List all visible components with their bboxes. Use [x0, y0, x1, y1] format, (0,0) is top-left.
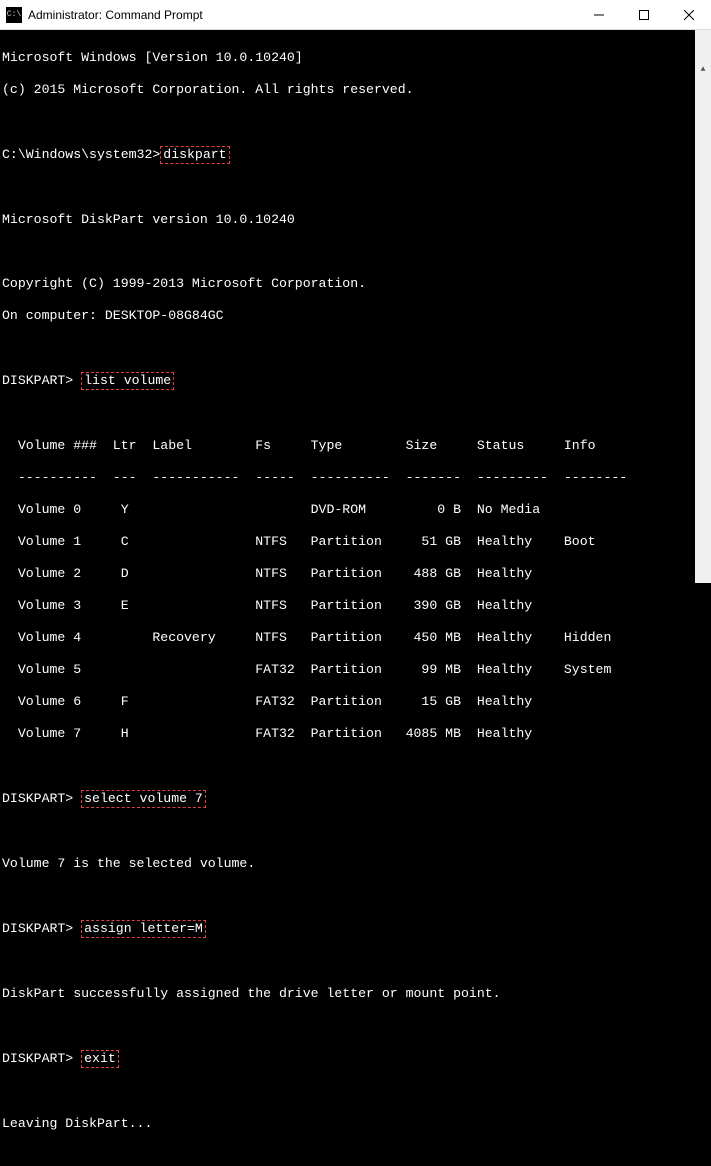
output-line: Microsoft Windows [Version 10.0.10240] [2, 50, 709, 66]
scroll-up-icon[interactable]: ▲ [695, 62, 711, 78]
app-icon: C:\ [6, 7, 22, 23]
highlighted-command: assign letter=M [81, 920, 206, 938]
table-header: Volume ### Ltr Label Fs Type Size Status… [2, 438, 709, 454]
blank-line [2, 954, 709, 970]
table-row: Volume 4 Recovery NTFS Partition 450 MB … [2, 630, 709, 646]
blank-line [2, 406, 709, 422]
window-titlebar: C:\ Administrator: Command Prompt [0, 0, 711, 30]
highlighted-command: diskpart [160, 146, 229, 164]
prompt-line: DISKPART> list volume [2, 372, 709, 390]
table-row: Volume 1 C NTFS Partition 51 GB Healthy … [2, 534, 709, 550]
close-icon [684, 10, 694, 20]
vertical-scrollbar[interactable]: ▲ [695, 30, 711, 583]
window-controls [576, 0, 711, 30]
maximize-icon [639, 10, 649, 20]
prompt-text: DISKPART> [2, 373, 81, 388]
prompt-line: DISKPART> assign letter=M [2, 920, 709, 938]
prompt-text: C:\Windows\system32> [2, 147, 160, 162]
blank-line [2, 888, 709, 904]
prompt-line: DISKPART> select volume 7 [2, 790, 709, 808]
table-row: Volume 5 FAT32 Partition 99 MB Healthy S… [2, 662, 709, 678]
output-line: Leaving DiskPart... [2, 1116, 709, 1132]
prompt-line: C:\Windows\system32>diskpart [2, 146, 709, 164]
highlighted-command: exit [81, 1050, 119, 1068]
blank-line [2, 758, 709, 774]
blank-line [2, 1018, 709, 1034]
table-row: Volume 6 F FAT32 Partition 15 GB Healthy [2, 694, 709, 710]
prompt-text: DISKPART> [2, 791, 81, 806]
table-divider: ---------- --- ----------- ----- -------… [2, 470, 709, 486]
maximize-button[interactable] [621, 0, 666, 30]
table-row: Volume 3 E NTFS Partition 390 GB Healthy [2, 598, 709, 614]
output-line: On computer: DESKTOP-08G84GC [2, 308, 709, 324]
terminal-output[interactable]: Microsoft Windows [Version 10.0.10240] (… [0, 30, 711, 583]
output-line: Volume 7 is the selected volume. [2, 856, 709, 872]
prompt-line: DISKPART> exit [2, 1050, 709, 1068]
minimize-icon [594, 10, 604, 20]
table-row: Volume 2 D NTFS Partition 488 GB Healthy [2, 566, 709, 582]
blank-line [2, 244, 709, 260]
blank-line [2, 1084, 709, 1100]
close-button[interactable] [666, 0, 711, 30]
highlighted-command: list volume [81, 372, 174, 390]
blank-line [2, 180, 709, 196]
highlighted-command: select volume 7 [81, 790, 206, 808]
output-line: Microsoft DiskPart version 10.0.10240 [2, 212, 709, 228]
table-row: Volume 0 Y DVD-ROM 0 B No Media [2, 502, 709, 518]
minimize-button[interactable] [576, 0, 621, 30]
blank-line [2, 340, 709, 356]
output-line: (c) 2015 Microsoft Corporation. All righ… [2, 82, 709, 98]
table-row: Volume 7 H FAT32 Partition 4085 MB Healt… [2, 726, 709, 742]
prompt-text: DISKPART> [2, 921, 81, 936]
window-title: Administrator: Command Prompt [28, 8, 576, 22]
output-line: Copyright (C) 1999-2013 Microsoft Corpor… [2, 276, 709, 292]
blank-line [2, 114, 709, 130]
output-line: DiskPart successfully assigned the drive… [2, 986, 709, 1002]
blank-line [2, 824, 709, 840]
prompt-text: DISKPART> [2, 1051, 81, 1066]
